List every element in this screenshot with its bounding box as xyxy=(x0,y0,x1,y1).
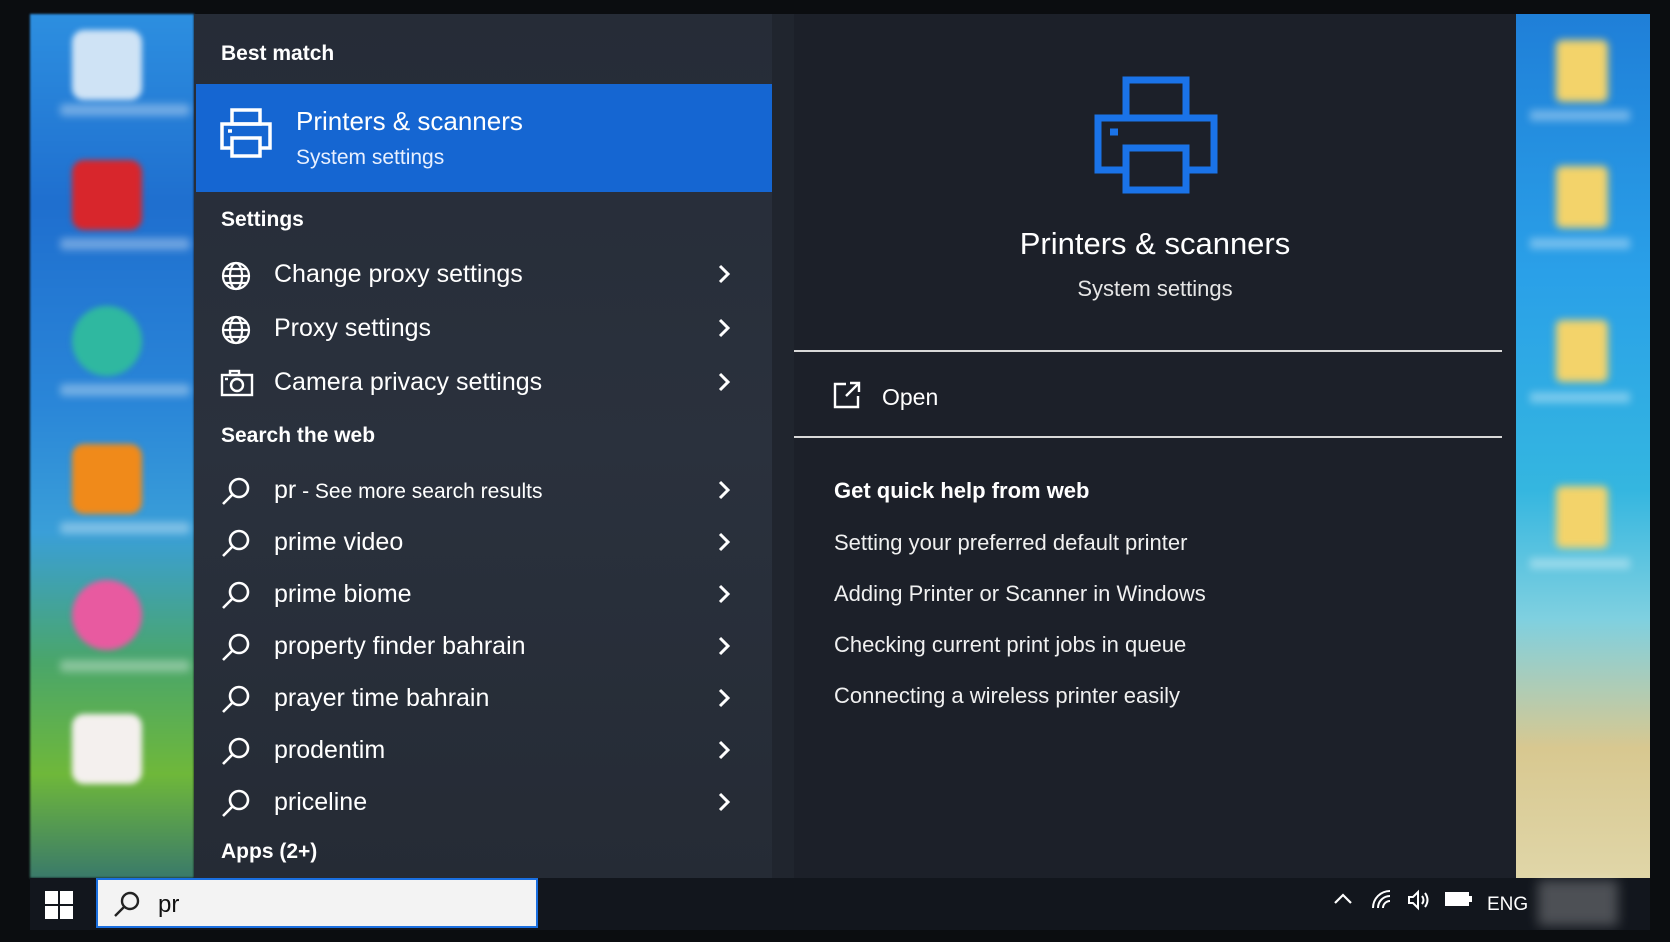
best-match-printers-scanners[interactable]: Printers & scanners System settings xyxy=(196,84,772,192)
settings-item-change-proxy[interactable]: Change proxy settings xyxy=(196,248,772,300)
web-result-see-more[interactable]: pr - See more search results xyxy=(196,464,772,516)
web-result-label: property finder bahrain xyxy=(274,632,526,660)
language-indicator[interactable]: ENG xyxy=(1487,894,1528,916)
preview-subtitle: System settings xyxy=(1077,276,1233,301)
chevron-up-icon[interactable] xyxy=(1332,888,1354,915)
chevron-right-icon[interactable] xyxy=(714,370,734,399)
globe-icon xyxy=(220,314,252,351)
web-result-item[interactable]: priceline xyxy=(196,776,772,828)
help-link[interactable]: Adding Printer or Scanner in Windows xyxy=(834,581,1206,607)
document-icon[interactable] xyxy=(72,714,142,784)
chevron-right-icon[interactable] xyxy=(714,530,734,559)
chevron-right-icon[interactable] xyxy=(714,316,734,345)
search-icon xyxy=(112,890,142,925)
search-icon xyxy=(220,736,252,773)
windows-start-icon[interactable] xyxy=(44,890,74,920)
folder-icon[interactable] xyxy=(1556,486,1608,548)
help-link[interactable]: Checking current print jobs in queue xyxy=(834,632,1186,658)
desktop-icon-label xyxy=(60,384,190,396)
panel-separator xyxy=(772,14,794,878)
best-match-subtitle: System settings xyxy=(296,146,445,169)
search-icon xyxy=(220,632,252,669)
open-external-icon xyxy=(832,380,862,415)
desktop-icon-label xyxy=(60,238,190,250)
desktop-wallpaper-right xyxy=(1516,14,1650,878)
settings-item-label: Change proxy settings xyxy=(274,260,523,288)
settings-item-proxy[interactable]: Proxy settings xyxy=(196,302,772,354)
chevron-right-icon[interactable] xyxy=(714,478,734,507)
web-result-item[interactable]: prime biome xyxy=(196,568,772,620)
screen-bezel xyxy=(0,930,1670,942)
app-icon[interactable] xyxy=(72,580,142,650)
recycle-bin-icon[interactable] xyxy=(72,30,142,100)
web-result-label: priceline xyxy=(274,788,368,816)
folder-icon[interactable] xyxy=(1556,40,1608,102)
desktop-icon-label xyxy=(60,522,190,534)
network-icon[interactable] xyxy=(1370,888,1394,917)
web-query-text: pr xyxy=(274,476,297,504)
chevron-right-icon[interactable] xyxy=(714,790,734,819)
vlc-icon[interactable] xyxy=(72,444,142,514)
web-result-label: prime video xyxy=(274,528,404,556)
desktop-icon-label xyxy=(60,660,190,672)
search-icon xyxy=(220,788,252,825)
settings-item-camera-privacy[interactable]: Camera privacy settings xyxy=(196,356,772,408)
chevron-right-icon[interactable] xyxy=(714,738,734,767)
desktop-icon-label xyxy=(60,104,190,116)
edge-icon[interactable] xyxy=(72,306,142,376)
volume-icon[interactable] xyxy=(1406,888,1432,917)
help-link[interactable]: Connecting a wireless printer easily xyxy=(834,683,1180,709)
web-result-label: prayer time bahrain xyxy=(274,684,490,712)
web-result-item[interactable]: prime video xyxy=(196,516,772,568)
web-result-item[interactable]: prayer time bahrain xyxy=(196,672,772,724)
web-result-item[interactable]: prodentim xyxy=(196,724,772,776)
search-icon xyxy=(220,684,252,721)
search-icon xyxy=(220,528,252,565)
web-result-label: prime biome xyxy=(274,580,412,608)
printer-large-icon xyxy=(1094,76,1218,201)
desktop-icon-label xyxy=(1530,110,1630,121)
see-more-text: - See more search results xyxy=(296,480,543,503)
chevron-right-icon[interactable] xyxy=(714,686,734,715)
settings-item-label: Camera privacy settings xyxy=(274,368,543,396)
search-icon xyxy=(220,580,252,617)
web-result-label: pr - See more search results xyxy=(274,476,543,505)
desktop-icon-label xyxy=(1530,392,1630,403)
printer-icon xyxy=(218,106,274,167)
settings-header: Settings xyxy=(221,208,304,231)
open-button[interactable]: Open xyxy=(832,378,1132,418)
quick-help-header: Get quick help from web xyxy=(834,478,1090,503)
desktop-icon-label xyxy=(1530,558,1630,569)
search-input[interactable] xyxy=(156,888,520,922)
search-web-header: Search the web xyxy=(221,424,376,447)
divider xyxy=(794,436,1502,438)
apps-header[interactable]: Apps (2+) xyxy=(221,840,317,864)
camera-icon xyxy=(220,368,254,403)
chevron-right-icon[interactable] xyxy=(714,262,734,291)
open-label: Open xyxy=(882,384,939,410)
chevron-right-icon[interactable] xyxy=(714,634,734,663)
chevron-right-icon[interactable] xyxy=(714,582,734,611)
help-link[interactable]: Setting your preferred default printer xyxy=(834,530,1187,556)
taskbar-search-box[interactable] xyxy=(96,878,538,928)
web-result-item[interactable]: property finder bahrain xyxy=(196,620,772,672)
clock[interactable] xyxy=(1538,880,1618,926)
globe-icon xyxy=(220,260,252,297)
acrobat-icon[interactable] xyxy=(72,160,142,230)
web-result-label: prodentim xyxy=(274,736,386,764)
folder-icon[interactable] xyxy=(1556,166,1608,228)
divider xyxy=(794,350,1502,352)
best-match-header: Best match xyxy=(221,42,335,65)
best-match-title: Printers & scanners xyxy=(296,106,523,136)
folder-icon[interactable] xyxy=(1556,320,1608,382)
search-icon xyxy=(220,476,252,513)
preview-title: Printers & scanners xyxy=(1019,226,1291,261)
desktop-icon-label xyxy=(1530,238,1630,249)
settings-item-label: Proxy settings xyxy=(274,314,432,342)
battery-icon[interactable] xyxy=(1444,888,1472,915)
